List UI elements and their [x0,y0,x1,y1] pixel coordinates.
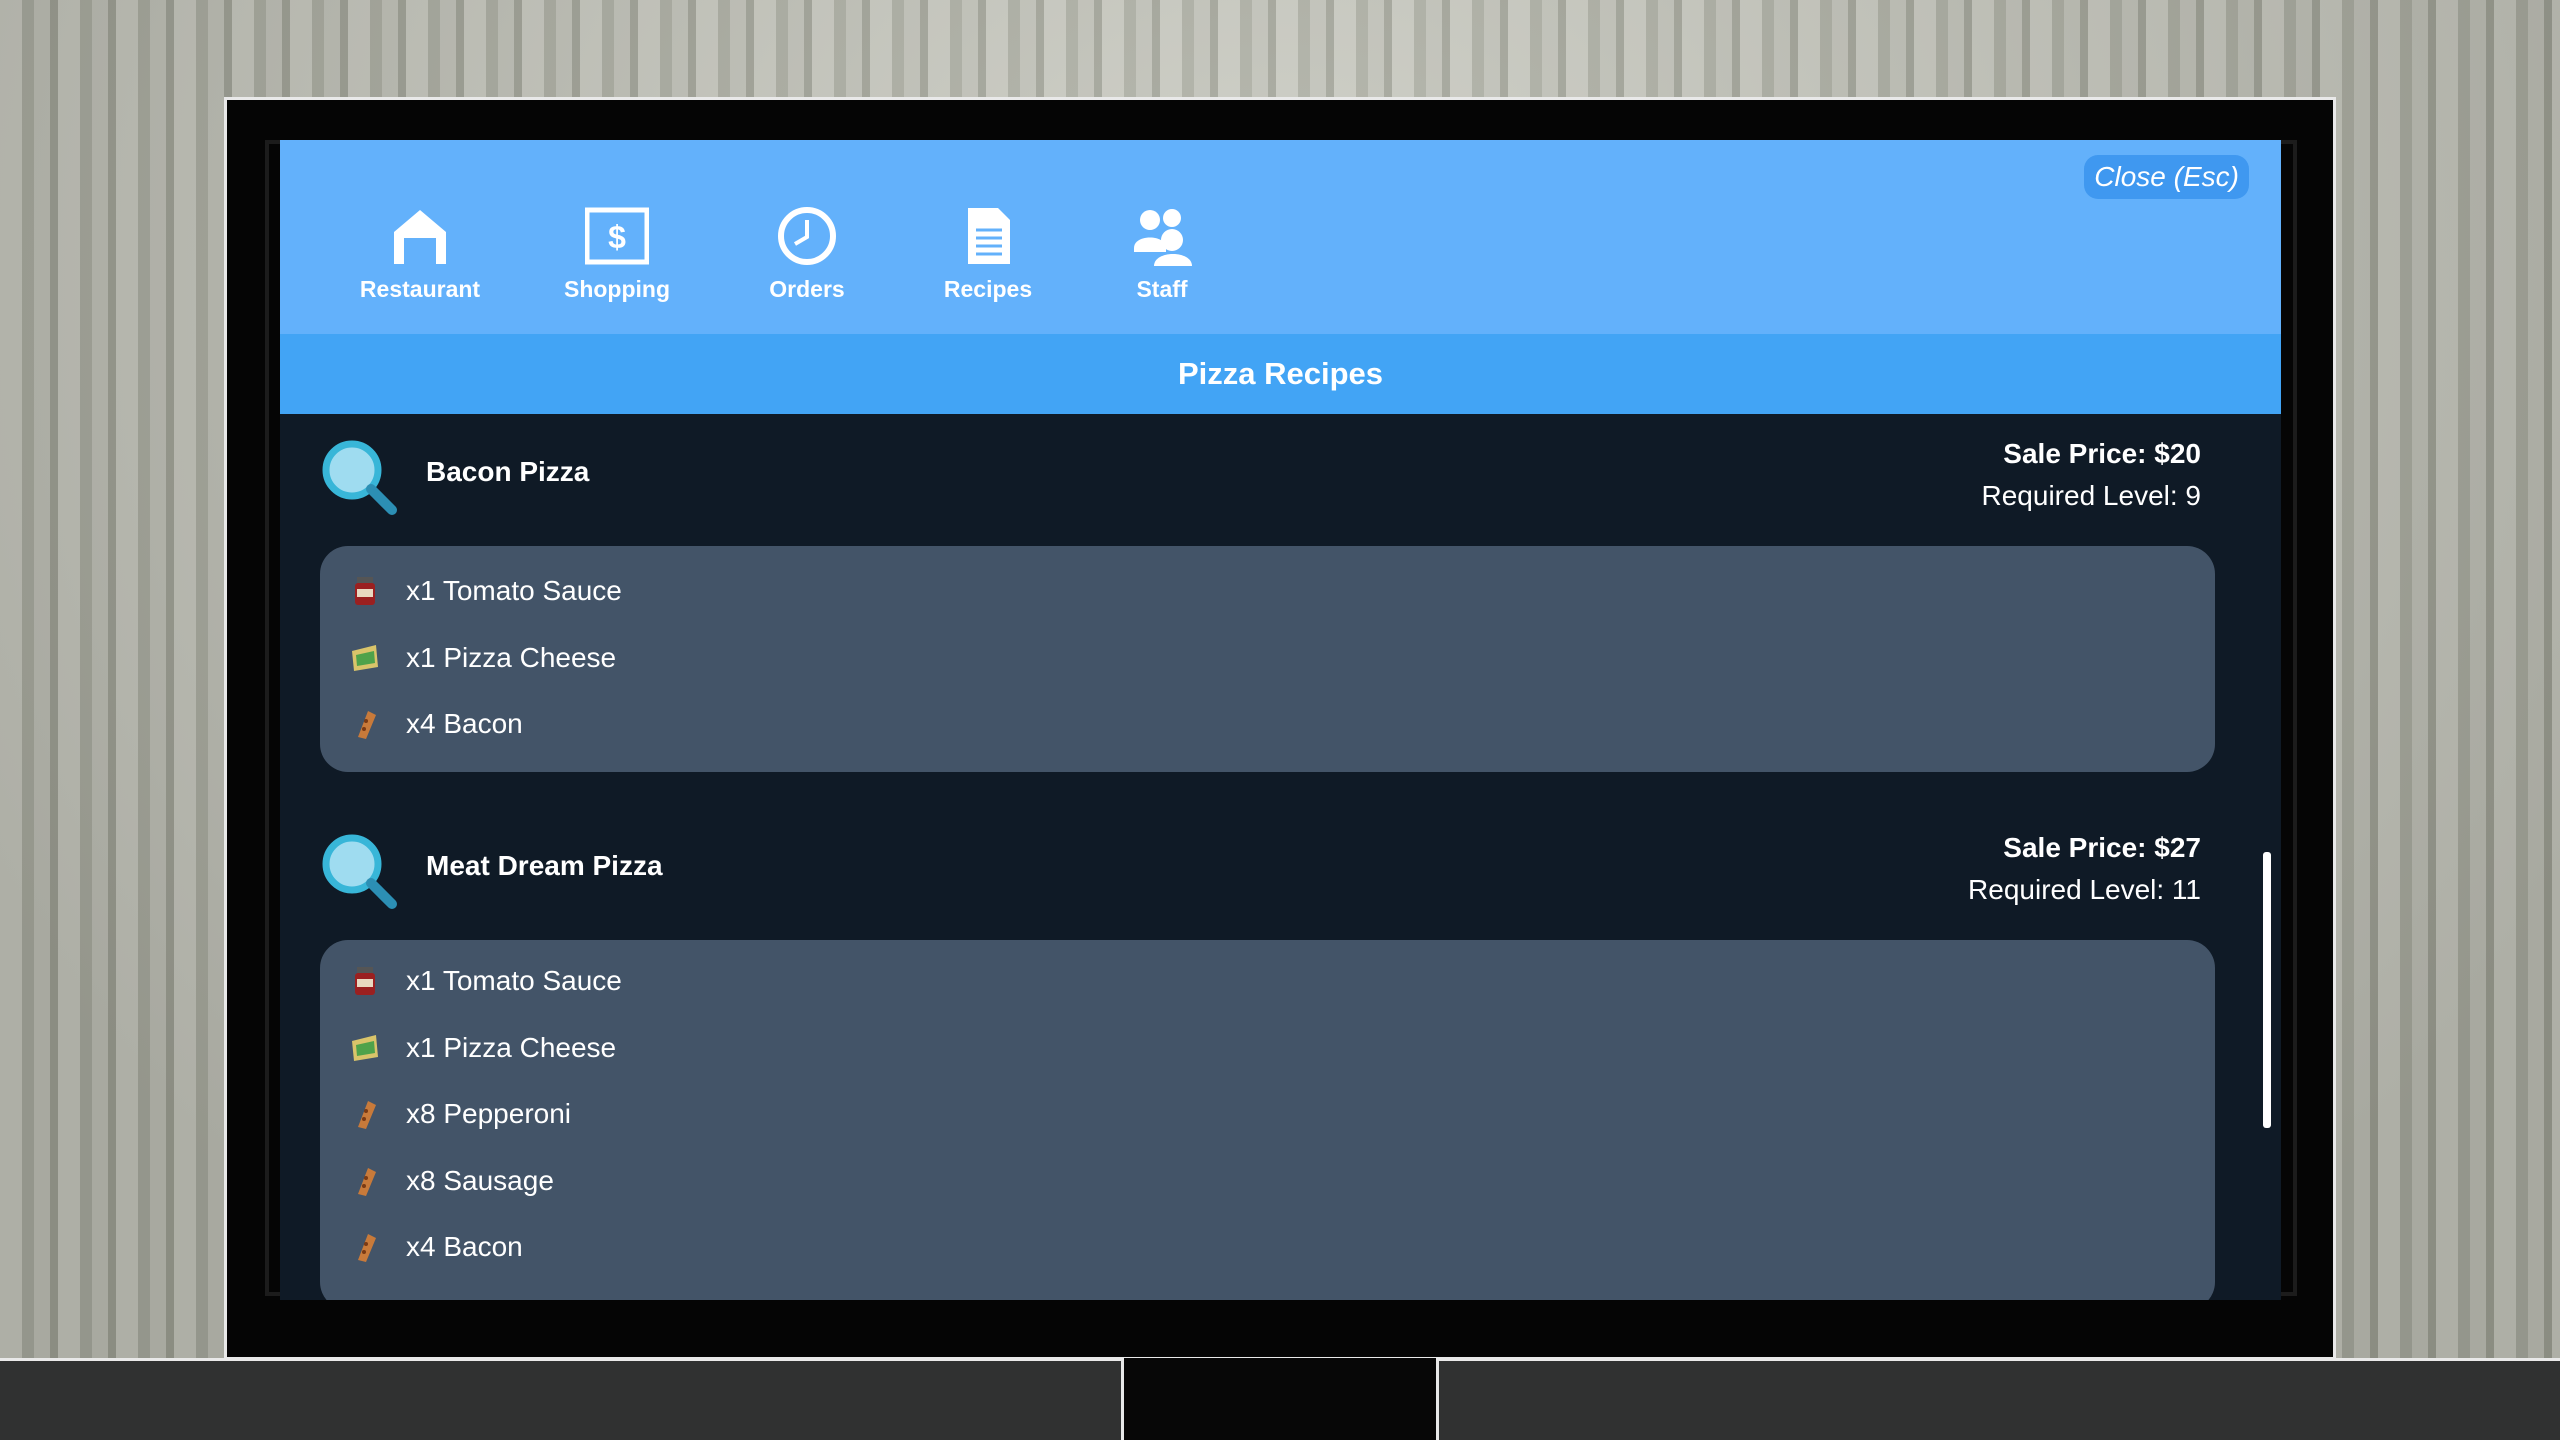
nav-label: Orders [769,276,845,302]
tomato-sauce-icon [355,577,375,606]
clock-icon [778,207,836,265]
tomato-sauce-icon [355,967,375,996]
dollar-icon: $ [585,207,649,265]
recipe-name: Meat Dream Pizza [426,850,663,881]
desk-edge-right [1436,1358,2560,1440]
ingredient-text: x8 Pepperoni [406,1098,572,1130]
ingredient-item: x8 Sausage [320,1148,2215,1215]
meat-icon [358,1167,376,1196]
nav-item-staff[interactable]: Staff [1082,204,1242,334]
recipe-card: Meat Dream Pizza Sale Price: $27 Require… [320,808,2215,1300]
ingredient-item: x4 Bacon [320,1214,2215,1281]
ingredient-text: x8 Sausage [406,1164,554,1196]
meat-icon [358,1234,376,1263]
ingredient-text: x1 Pizza Cheese [406,641,617,673]
required-level: Required Level: 11 [1968,874,2201,905]
cheese-icon [352,1034,378,1061]
ingredient-item: x1 Pizza Cheese [320,1015,2215,1082]
ingredient-text: x4 Bacon [406,1231,523,1263]
nav-item-orders[interactable]: Orders [720,204,894,334]
nav-label: Restaurant [359,276,481,302]
document-icon [968,208,1010,264]
nav-label: Staff [1136,276,1188,302]
svg-text:$: $ [608,219,626,255]
house-icon [394,210,446,264]
nav-label: Shopping [563,276,671,302]
ingredient-list: x1 Tomato Sauce x1 Pizza Cheese x4 Bacon [320,546,2215,772]
recipe-header: Meat Dream Pizza Sale Price: $27 Require… [320,808,2215,940]
recipe-name: Bacon Pizza [426,456,590,487]
ingredient-text: x1 Tomato Sauce [406,965,622,997]
desk-edge-left [0,1358,1124,1440]
page-title: Pizza Recipes [280,334,2281,414]
ingredient-text: x1 Pizza Cheese [406,1031,617,1063]
recipe-header: Bacon Pizza Sale Price: $20 Required Lev… [320,414,2215,546]
nav-item-restaurant[interactable]: Restaurant [326,204,514,334]
cheese-icon [352,644,378,671]
ingredient-text: x4 Bacon [406,708,523,740]
recipe-card: Bacon Pizza Sale Price: $20 Required Lev… [320,414,2215,772]
main-nav: Restaurant $ Shopping Orders Recipes Sta… [326,204,1242,334]
ingredient-text: x1 Tomato Sauce [406,575,622,607]
ingredient-item: x1 Tomato Sauce [320,948,2215,1015]
ingredient-item: x1 Tomato Sauce [320,558,2215,625]
top-nav-bar: Close (Esc) Restaurant $ Shopping Orders… [280,140,2281,334]
nav-item-recipes[interactable]: Recipes [894,204,1082,334]
sale-price: Sale Price: $27 [2003,832,2201,863]
scrollbar-thumb[interactable] [2263,852,2271,1128]
ingredient-item: x4 Bacon [320,691,2215,758]
magnifier-icon[interactable] [320,438,398,516]
monitor-stand [1124,1358,1436,1440]
required-level: Required Level: 9 [1981,480,2201,511]
ingredient-list: x1 Tomato Sauce x1 Pizza Cheese x8 Peppe… [320,940,2215,1300]
ingredient-item: x1 Pizza Cheese [320,625,2215,692]
recipes-window: Close (Esc) Restaurant $ Shopping Orders… [280,140,2281,1300]
people-icon [1134,209,1192,266]
recipe-list[interactable]: Bacon Pizza Sale Price: $20 Required Lev… [280,414,2281,1300]
magnifier-icon[interactable] [320,832,398,910]
nav-label: Recipes [943,276,1033,302]
ingredient-item: x8 Pepperoni [320,1081,2215,1148]
sale-price: Sale Price: $20 [2003,438,2201,469]
close-button[interactable]: Close (Esc) [2084,155,2249,199]
meat-icon [358,711,376,740]
nav-item-shopping[interactable]: $ Shopping [514,204,720,334]
meat-icon [358,1101,376,1130]
